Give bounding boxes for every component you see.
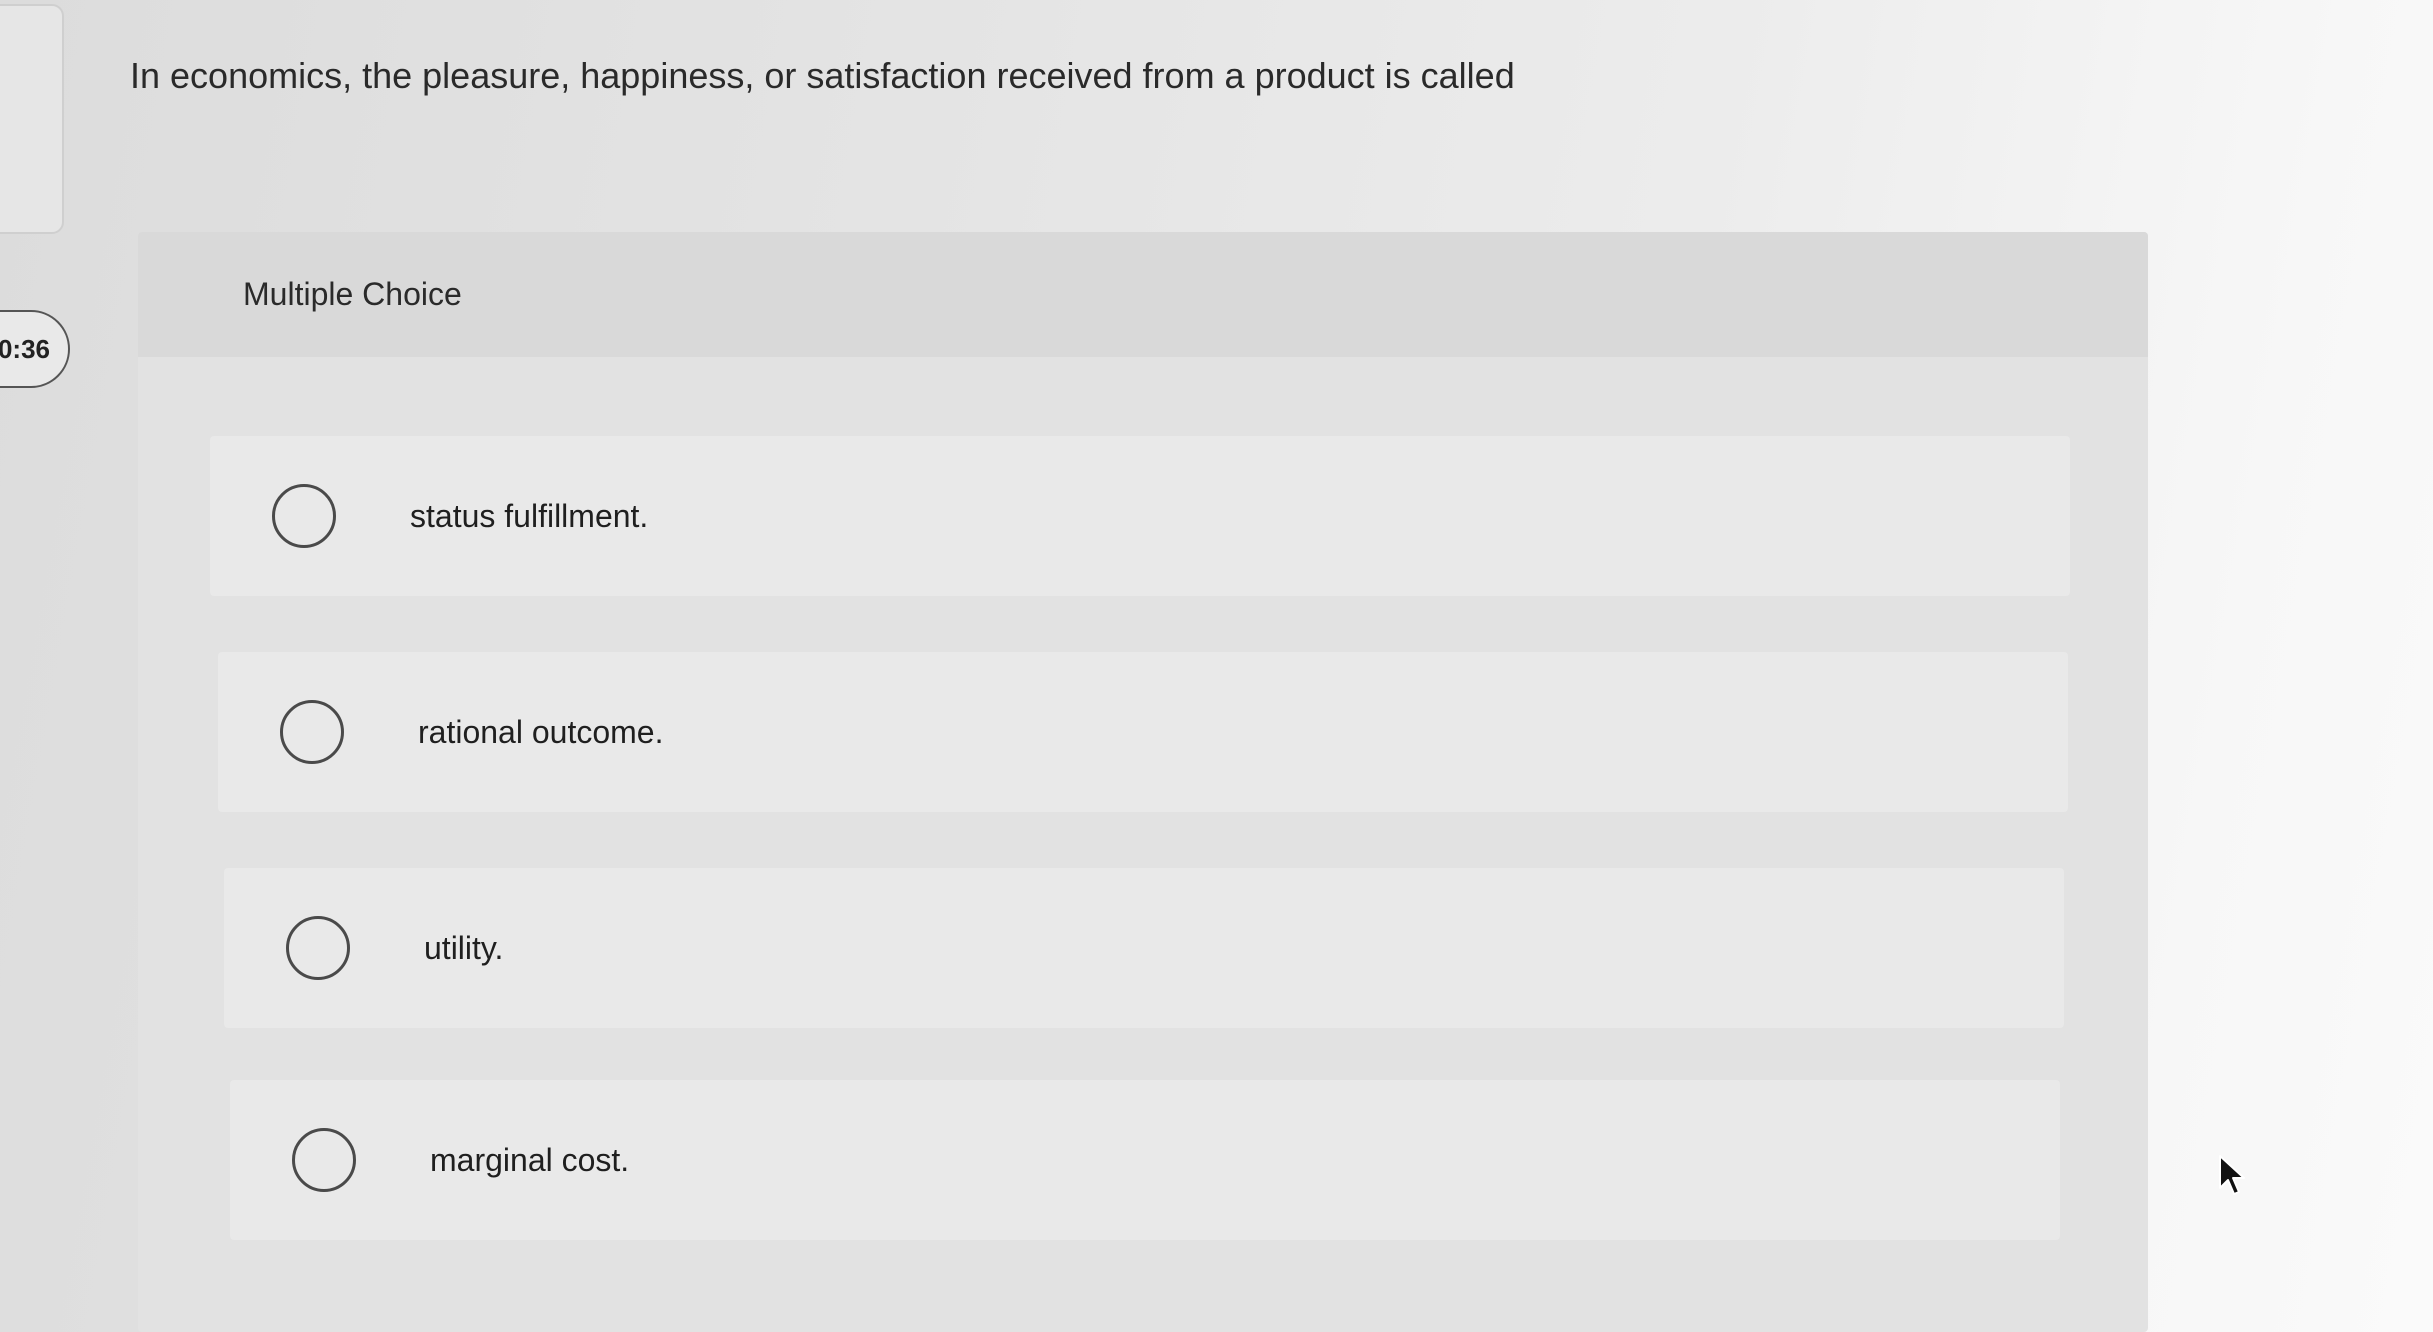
timer-badge: 0:36 (0, 310, 70, 388)
radio-button-icon[interactable] (292, 1128, 356, 1192)
answer-option-label: utility. (424, 929, 504, 966)
panel-header: Multiple Choice (138, 232, 2148, 357)
question-text: In economics, the pleasure, happiness, o… (130, 55, 1515, 96)
mouse-pointer-icon (2219, 1155, 2245, 1195)
answer-option-label: marginal cost. (430, 1141, 630, 1178)
answer-option-label: status fulfillment. (410, 497, 649, 534)
sidebar-card[interactable] (0, 4, 64, 234)
radio-button-icon[interactable] (272, 484, 336, 548)
answer-option-1[interactable]: status fulfillment. (210, 436, 2070, 596)
radio-button-icon[interactable] (286, 916, 350, 980)
radio-button-icon[interactable] (280, 700, 344, 764)
answer-option-2[interactable]: rational outcome. (218, 652, 2068, 812)
panel-title: Multiple Choice (243, 276, 462, 312)
answer-option-3[interactable]: utility. (224, 868, 2064, 1028)
answer-option-4[interactable]: marginal cost. (230, 1080, 2060, 1240)
timer-text: 0:36 (0, 333, 50, 364)
answer-option-label: rational outcome. (418, 713, 664, 750)
